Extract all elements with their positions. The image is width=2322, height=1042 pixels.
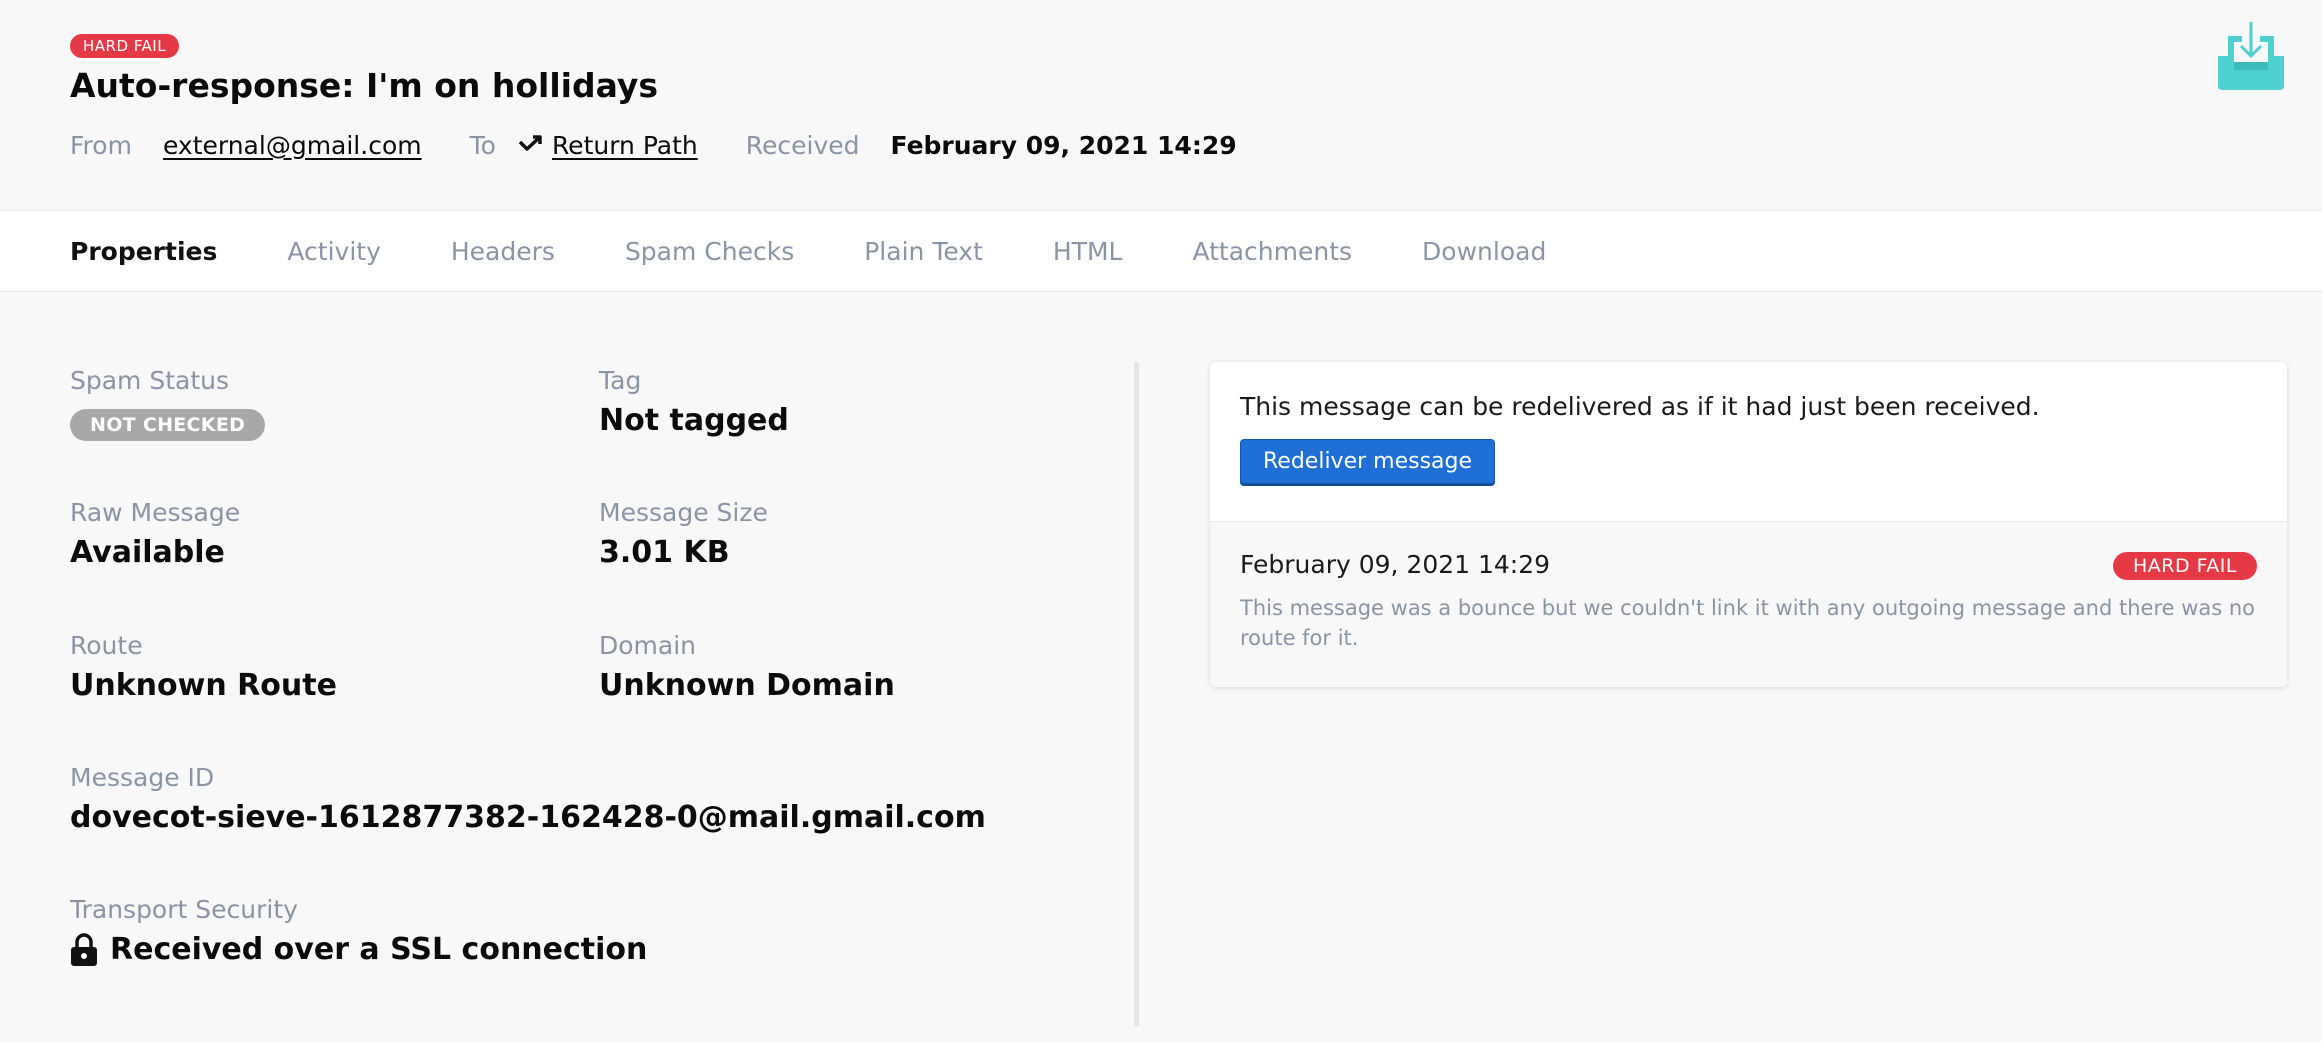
message-page: HARD FAIL Auto-response: I'm on holliday… xyxy=(0,0,2322,1042)
inbox-download-icon[interactable] xyxy=(2214,22,2288,92)
message-size-label: Message Size xyxy=(599,498,768,527)
spam-status-label: Spam Status xyxy=(70,366,230,395)
tab-spam-checks[interactable]: Spam Checks xyxy=(625,237,794,266)
transport-security-value: Received over a SSL connection xyxy=(110,932,648,967)
tag-property: Tag Not tagged xyxy=(599,366,789,438)
activity-entry: February 09, 2021 14:29 HARD FAIL This m… xyxy=(1210,522,2287,687)
tag-label: Tag xyxy=(599,366,642,395)
tab-download[interactable]: Download xyxy=(1422,237,1546,266)
tab-plain-text[interactable]: Plain Text xyxy=(864,237,983,266)
redeliver-section: This message can be redelivered as if it… xyxy=(1210,362,2287,522)
message-id-label: Message ID xyxy=(70,763,215,792)
return-path-icon xyxy=(518,135,542,151)
spam-status-property: Spam Status NOT CHECKED xyxy=(70,366,266,441)
message-header: HARD FAIL Auto-response: I'm on holliday… xyxy=(0,0,2322,210)
raw-message-property: Raw Message Available xyxy=(70,498,240,570)
activity-status-badge: HARD FAIL xyxy=(2112,552,2257,580)
received-label: Received xyxy=(745,130,860,160)
route-property: Route Unknown Route xyxy=(70,631,337,703)
tab-attachments[interactable]: Attachments xyxy=(1192,237,1352,266)
message-size-value: 3.01 KB xyxy=(599,535,730,570)
column-divider xyxy=(1134,362,1139,1026)
redeliver-text: This message can be redelivered as if it… xyxy=(1240,392,2040,421)
to-link[interactable]: Return Path xyxy=(552,131,698,160)
message-id-value: dovecot-sieve-1612877382-162428-0@mail.g… xyxy=(70,800,986,835)
from-label: From xyxy=(70,130,132,160)
transport-security-row: Received over a SSL connection xyxy=(70,932,647,967)
tab-bar: Properties Activity Headers Spam Checks … xyxy=(0,210,2322,292)
status-badge: HARD FAIL xyxy=(70,34,180,58)
message-size-property: Message Size 3.01 KB xyxy=(599,498,768,570)
domain-value: Unknown Domain xyxy=(599,668,895,703)
from-link[interactable]: external@gmail.com xyxy=(163,131,422,160)
message-meta: From external@gmail.com To Return Path R… xyxy=(70,128,1237,162)
redeliver-card: This message can be redelivered as if it… xyxy=(1210,362,2287,687)
spam-status-badge: NOT CHECKED xyxy=(70,409,266,441)
tab-properties[interactable]: Properties xyxy=(70,237,217,266)
activity-description: This message was a bounce but we couldn'… xyxy=(1240,596,2256,650)
route-label: Route xyxy=(70,631,143,660)
activity-date: February 09, 2021 14:29 xyxy=(1240,550,1551,579)
raw-message-label: Raw Message xyxy=(70,498,241,527)
tab-activity[interactable]: Activity xyxy=(287,237,381,266)
to-label: To xyxy=(469,130,496,160)
message-id-property: Message ID dovecot-sieve-1612877382-1624… xyxy=(70,763,986,835)
lock-icon xyxy=(71,932,97,966)
route-value: Unknown Route xyxy=(70,668,337,703)
page-title: Auto-response: I'm on hollidays xyxy=(70,66,659,105)
transport-security-label: Transport Security xyxy=(70,895,298,924)
domain-property: Domain Unknown Domain xyxy=(599,631,895,703)
received-value: February 09, 2021 14:29 xyxy=(890,130,1237,160)
transport-security-property: Transport Security Received over a SSL c… xyxy=(70,895,647,967)
redeliver-button[interactable]: Redeliver message xyxy=(1240,439,1496,484)
domain-label: Domain xyxy=(599,631,697,660)
tab-html[interactable]: HTML xyxy=(1053,237,1123,266)
raw-message-value: Available xyxy=(70,535,225,570)
tag-value: Not tagged xyxy=(599,403,789,438)
tab-headers[interactable]: Headers xyxy=(451,237,555,266)
